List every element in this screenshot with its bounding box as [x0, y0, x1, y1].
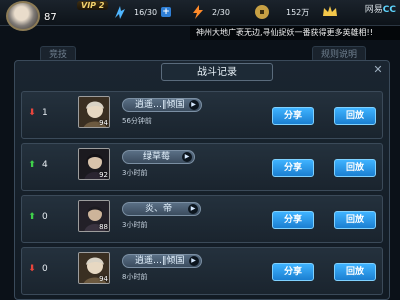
battle-record-row: ⬆ 0 88 炎、帝 ▶ 3小时前 分享 回放: [21, 195, 383, 243]
rank-change: ⬆ 0: [28, 212, 48, 222]
coin-icon: [254, 4, 270, 20]
player-avatar[interactable]: 87: [4, 0, 57, 32]
energy-icon: [190, 4, 206, 20]
opponent-level: 92: [99, 171, 108, 179]
arrow-down-icon: ⬇: [28, 108, 36, 118]
rank-value: 1: [42, 108, 48, 118]
battle-time: 3小时前: [122, 169, 148, 177]
share-button[interactable]: 分享: [272, 211, 314, 229]
energy-value: 2/30: [212, 7, 230, 17]
share-button[interactable]: 分享: [272, 263, 314, 281]
rank-value: 0: [42, 264, 48, 274]
stamina-value: 16/30: [134, 7, 158, 17]
opponent-level: 94: [99, 275, 108, 283]
replay-button[interactable]: 回放: [334, 211, 376, 229]
arrow-down-icon: ⬇: [28, 264, 36, 274]
opponent-name[interactable]: 炎、帝 ▶: [122, 202, 202, 216]
rank-value: 0: [42, 212, 48, 222]
opponent-portrait[interactable]: 92: [78, 148, 110, 180]
play-icon: ▶: [188, 256, 199, 266]
dialog-title: 战斗记录: [161, 63, 273, 81]
coin-value: 152万: [286, 7, 310, 17]
battle-record-dialog: 战斗记录 ✕ ⬇ 1 94 逍遥…‖倾国 ▶ 56分钟前 分享 回放 ⬆ 4 9…: [14, 60, 390, 300]
share-button[interactable]: 分享: [272, 159, 314, 177]
opponent-portrait[interactable]: 88: [78, 200, 110, 232]
opponent-level: 88: [99, 223, 108, 231]
battle-time: 56分钟前: [122, 117, 152, 125]
opponent-level: 94: [99, 119, 108, 127]
rank-change: ⬇ 0: [28, 264, 48, 274]
energy-resource: 2/30: [190, 5, 230, 19]
opponent-name[interactable]: 逍遥…‖倾国 ▶: [122, 254, 202, 268]
add-stamina-button[interactable]: +: [161, 7, 172, 17]
battle-time: 3小时前: [122, 221, 148, 229]
stamina-icon: [112, 4, 128, 20]
play-icon: ▶: [182, 152, 193, 162]
play-icon: ▶: [188, 100, 199, 110]
arrow-up-icon: ⬆: [28, 160, 36, 170]
arrow-up-icon: ⬆: [28, 212, 36, 222]
rank-change: ⬇ 1: [28, 108, 48, 118]
rank-change: ⬆ 4: [28, 160, 48, 170]
battle-time: 8小时前: [122, 273, 148, 281]
player-level: 87: [44, 12, 57, 23]
opponent-name[interactable]: 逍遥…‖倾国 ▶: [122, 98, 202, 112]
close-icon[interactable]: ✕: [371, 63, 385, 77]
netease-cc-logo: 网易CC: [364, 5, 396, 15]
coin-resource: 152万: [254, 5, 309, 19]
top-status-bar: 87 VIP 2 16/30 + 2/30 152万 网易CC: [0, 0, 400, 31]
share-button[interactable]: 分享: [272, 107, 314, 125]
avatar[interactable]: [6, 1, 40, 31]
rank-value: 4: [42, 160, 48, 170]
announcement-marquee: 神州大地广袤无边,寻仙捉妖一番获得更多英雄相!!: [190, 26, 400, 40]
opponent-name[interactable]: 绿草莓 ▶: [122, 150, 196, 164]
play-icon: ▶: [188, 204, 199, 214]
replay-button[interactable]: 回放: [334, 263, 376, 281]
stamina-resource: 16/30 +: [112, 4, 172, 20]
opponent-portrait[interactable]: 94: [78, 252, 110, 284]
opponent-portrait[interactable]: 94: [78, 96, 110, 128]
vip-badge[interactable]: VIP 2: [77, 1, 109, 10]
crown-icon[interactable]: [322, 4, 338, 20]
battle-record-row: ⬇ 1 94 逍遥…‖倾国 ▶ 56分钟前 分享 回放: [21, 91, 383, 139]
battle-record-row: ⬆ 4 92 绿草莓 ▶ 3小时前 分享 回放: [21, 143, 383, 191]
battle-record-row: ⬇ 0 94 逍遥…‖倾国 ▶ 8小时前 分享 回放: [21, 247, 383, 295]
replay-button[interactable]: 回放: [334, 159, 376, 177]
replay-button[interactable]: 回放: [334, 107, 376, 125]
